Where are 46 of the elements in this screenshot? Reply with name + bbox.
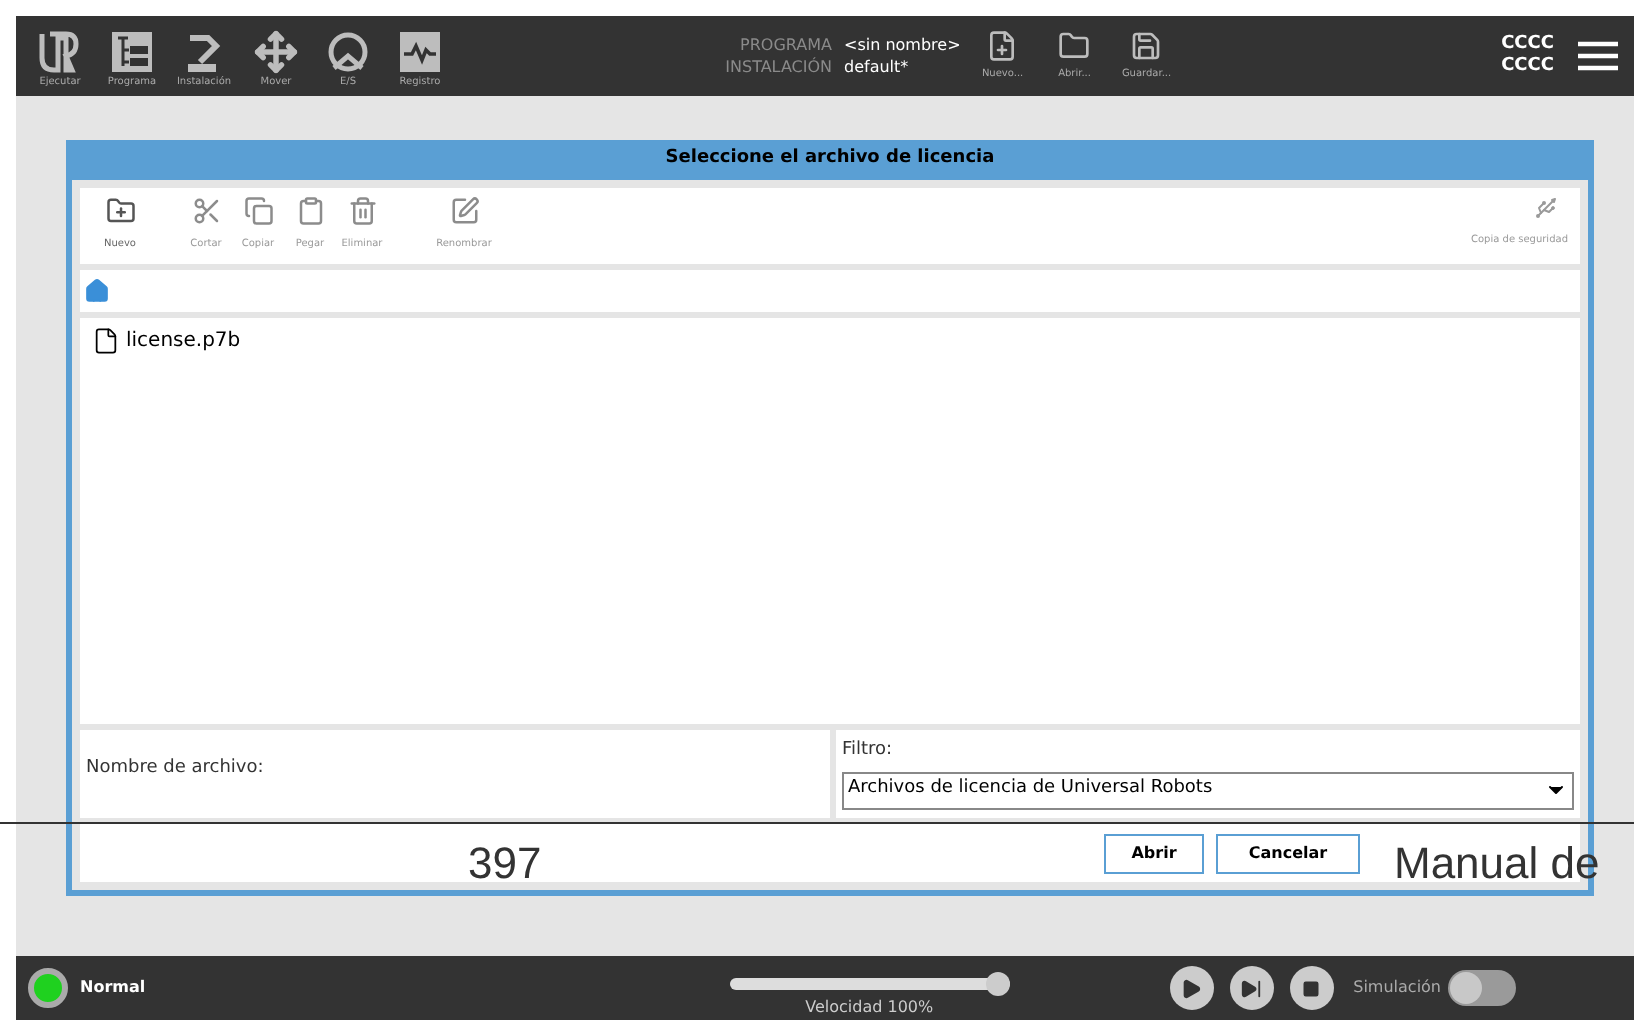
page-number: 397 (468, 838, 542, 890)
file-icon (92, 326, 120, 356)
robot-arm-icon (182, 29, 226, 73)
gauge-icon (326, 29, 370, 73)
dialog-button[interactable]: Abrir (1104, 833, 1204, 873)
filename-label: Nombre de archivo: (86, 758, 264, 778)
stop-button[interactable] (1289, 966, 1334, 1010)
step-icon (1240, 977, 1263, 999)
dialog-title: Seleccione el archivo de licencia (72, 140, 1588, 180)
filter-label: Filtro: (842, 738, 895, 764)
program-name: <sin nombre> (844, 34, 961, 56)
home-icon[interactable] (84, 278, 110, 304)
edit-icon (449, 196, 479, 226)
status-text: CCCC (1501, 34, 1554, 56)
file-plus-icon (986, 29, 1019, 62)
stop-icon (1302, 979, 1321, 997)
copy-icon (243, 196, 273, 226)
play-button[interactable] (1169, 966, 1214, 1010)
scissors-icon (191, 196, 221, 226)
file-item[interactable]: license.p7b (92, 326, 249, 356)
waveform-icon (398, 29, 442, 73)
program-label: PROGRAMA (738, 34, 832, 56)
simulation-label: Simulación (1353, 976, 1441, 1000)
folder-icon (1058, 29, 1091, 62)
speed-label: Velocidad 100% (805, 998, 934, 1016)
clipboard-icon (295, 196, 325, 226)
trash-icon (347, 196, 377, 226)
play-icon (1180, 977, 1203, 999)
dialog-button[interactable]: Cancelar (1216, 833, 1360, 873)
simulation-toggle[interactable] (1447, 970, 1515, 1006)
speed-slider[interactable] (729, 972, 1010, 996)
save-icon (1130, 29, 1163, 62)
logo-icon (38, 29, 82, 73)
folder-plus-icon (105, 196, 135, 226)
installation-name: default* (844, 56, 909, 78)
status-indicator (28, 968, 68, 1008)
menu-icon[interactable] (1578, 40, 1618, 72)
usb-icon (1532, 196, 1560, 220)
slider-thumb[interactable] (985, 972, 1010, 996)
status-text: CCCC (1501, 56, 1554, 78)
move-arrows-icon (254, 29, 298, 73)
installation-label: INSTALACIÓN (723, 56, 832, 78)
step-button[interactable] (1229, 966, 1274, 1010)
program-tree-icon (110, 29, 154, 73)
robot-status: Normal (80, 976, 146, 1000)
filter-dropdown[interactable]: Archivos de licencia de Universal Robots (842, 771, 1574, 809)
